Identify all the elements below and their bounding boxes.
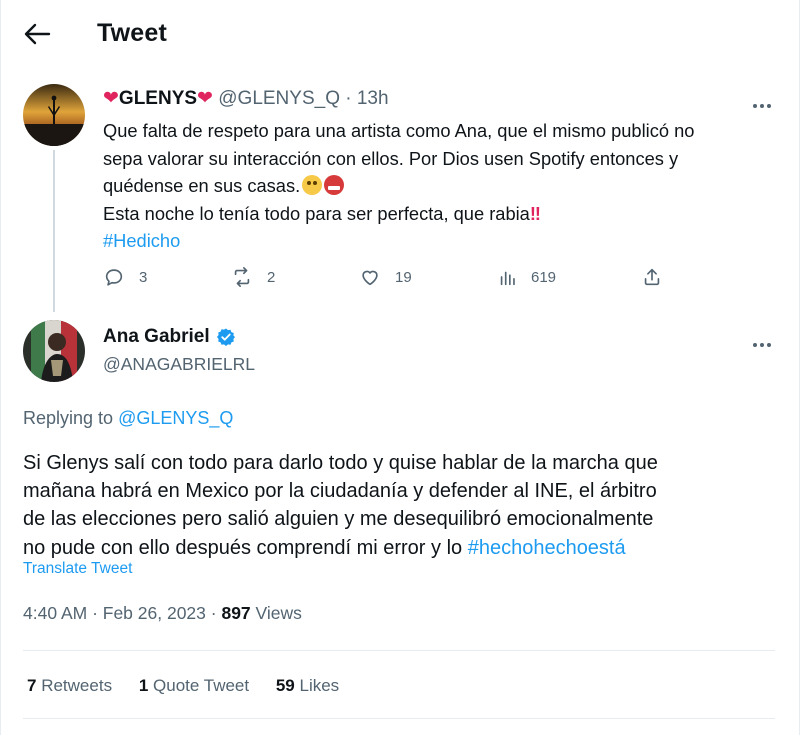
views-label: Views: [255, 603, 302, 623]
hashtag-link[interactable]: #hechohechoestá: [468, 537, 626, 559]
heart-icon: [362, 270, 378, 286]
double-exclamation-emoji-icon: ‼: [529, 202, 541, 224]
reply-count: 3: [139, 268, 148, 286]
heart-emoji-icon: ❤: [197, 88, 213, 109]
tweet-line: mañana habrá en Mexico por la ciudadanía…: [23, 480, 657, 503]
translate-tweet-link[interactable]: Translate Tweet: [23, 560, 132, 578]
quote-tweets-stat[interactable]: 1 Quote Tweet: [139, 676, 249, 695]
like-count: 19: [395, 268, 412, 286]
retweet-icon: [234, 267, 250, 287]
reply-icon: [105, 269, 123, 286]
views-count: 619: [531, 268, 557, 286]
share-button[interactable]: [641, 264, 663, 290]
reply-button[interactable]: 3: [103, 264, 147, 290]
tweet-time[interactable]: 13h: [357, 88, 389, 109]
views-chart-icon: [500, 271, 515, 286]
retweets-label: Retweets: [41, 676, 113, 695]
retweets-stat[interactable]: 7 Retweets: [27, 676, 112, 695]
tweet-line: Si Glenys salí con todo para darlo todo …: [23, 452, 658, 474]
engagement-stats: 7 Retweets 1 Quote Tweet 59 Likes: [27, 676, 361, 696]
tweet-timestamp[interactable]: 4:40 AM · Feb 26, 2023 ·: [23, 603, 217, 623]
replying-to-handle-link[interactable]: @GLENYS_Q: [118, 408, 233, 428]
divider: [23, 650, 775, 651]
replying-prefix: Replying to: [23, 408, 114, 428]
tweet-meta: 4:40 AM · Feb 26, 2023 · 897 Views: [23, 603, 302, 624]
like-button[interactable]: 19: [359, 264, 412, 290]
author-display-name[interactable]: GLENYS: [119, 88, 197, 109]
angry-face-emoji-icon: [324, 175, 345, 195]
views-button[interactable]: 619: [497, 264, 556, 290]
more-options-icon[interactable]: [753, 95, 777, 108]
author-handle[interactable]: @ANAGABRIELRL: [103, 354, 255, 375]
retweets-count: 7: [27, 676, 37, 695]
back-arrow-icon[interactable]: [23, 22, 51, 46]
tweet-line: sepa valorar su interacción con ellos. P…: [103, 147, 679, 169]
page-title: Tweet: [97, 19, 167, 47]
main-tweet-text: Si Glenys salí con todo para darlo todo …: [23, 449, 783, 562]
likes-stat[interactable]: 59 Likes: [276, 676, 339, 695]
author-name-row: Ana Gabriel: [103, 326, 236, 348]
replying-to: Replying to @GLENYS_Q: [23, 408, 233, 429]
page-header: Tweet: [1, 0, 800, 70]
hashtag-link[interactable]: #Hedicho: [103, 227, 793, 255]
quotes-count: 1: [138, 676, 149, 695]
tweet-line-text: no pude con ello después comprendí mi er…: [23, 536, 463, 559]
likes-label: Likes: [299, 676, 340, 695]
author-handle[interactable]: @GLENYS_Q: [218, 88, 340, 109]
tweet-line: Que falta de respeto para una artista co…: [103, 120, 695, 141]
tweet-line-text: quédense en sus casas.: [103, 175, 301, 196]
parent-tweet-text: Que falta de respeto para una artista co…: [103, 117, 793, 255]
tweet-line-with-hashtag: no pude con ello después comprendí mi er…: [23, 534, 783, 562]
retweet-count: 2: [267, 268, 276, 286]
tweet-line-with-emoji: quédense en sus casas.: [103, 172, 793, 200]
share-icon: [644, 268, 660, 286]
thread-connector: [53, 150, 55, 312]
parent-author-row: ❤GLENYS❤ @GLENYS_Q · 13h: [103, 87, 389, 110]
separator-dot: ·: [345, 88, 352, 109]
tweet-page: Tweet ❤GLENYS❤ @GLENYS_Q · 13h Que falta…: [0, 0, 800, 735]
author-display-name[interactable]: Ana Gabriel: [103, 326, 210, 348]
tweet-line: de las elecciones pero salió alguien y m…: [23, 508, 654, 531]
views-count: 897: [221, 603, 251, 623]
divider: [23, 718, 775, 719]
tweet-line-text: Esta noche lo tenía todo para ser perfec…: [103, 202, 530, 224]
heart-emoji-icon: ❤: [103, 88, 119, 109]
rolling-eyes-emoji-icon: [302, 175, 323, 195]
avatar[interactable]: [23, 320, 85, 382]
quotes-label: Quote Tweet: [153, 676, 250, 695]
avatar[interactable]: [23, 84, 85, 146]
likes-count: 59: [275, 676, 295, 695]
more-options-icon[interactable]: [753, 334, 777, 347]
retweet-button[interactable]: 2: [231, 264, 275, 290]
verified-badge-icon: [216, 328, 235, 346]
tweet-line-with-emoji: Esta noche lo tenía todo para ser perfec…: [103, 200, 793, 228]
